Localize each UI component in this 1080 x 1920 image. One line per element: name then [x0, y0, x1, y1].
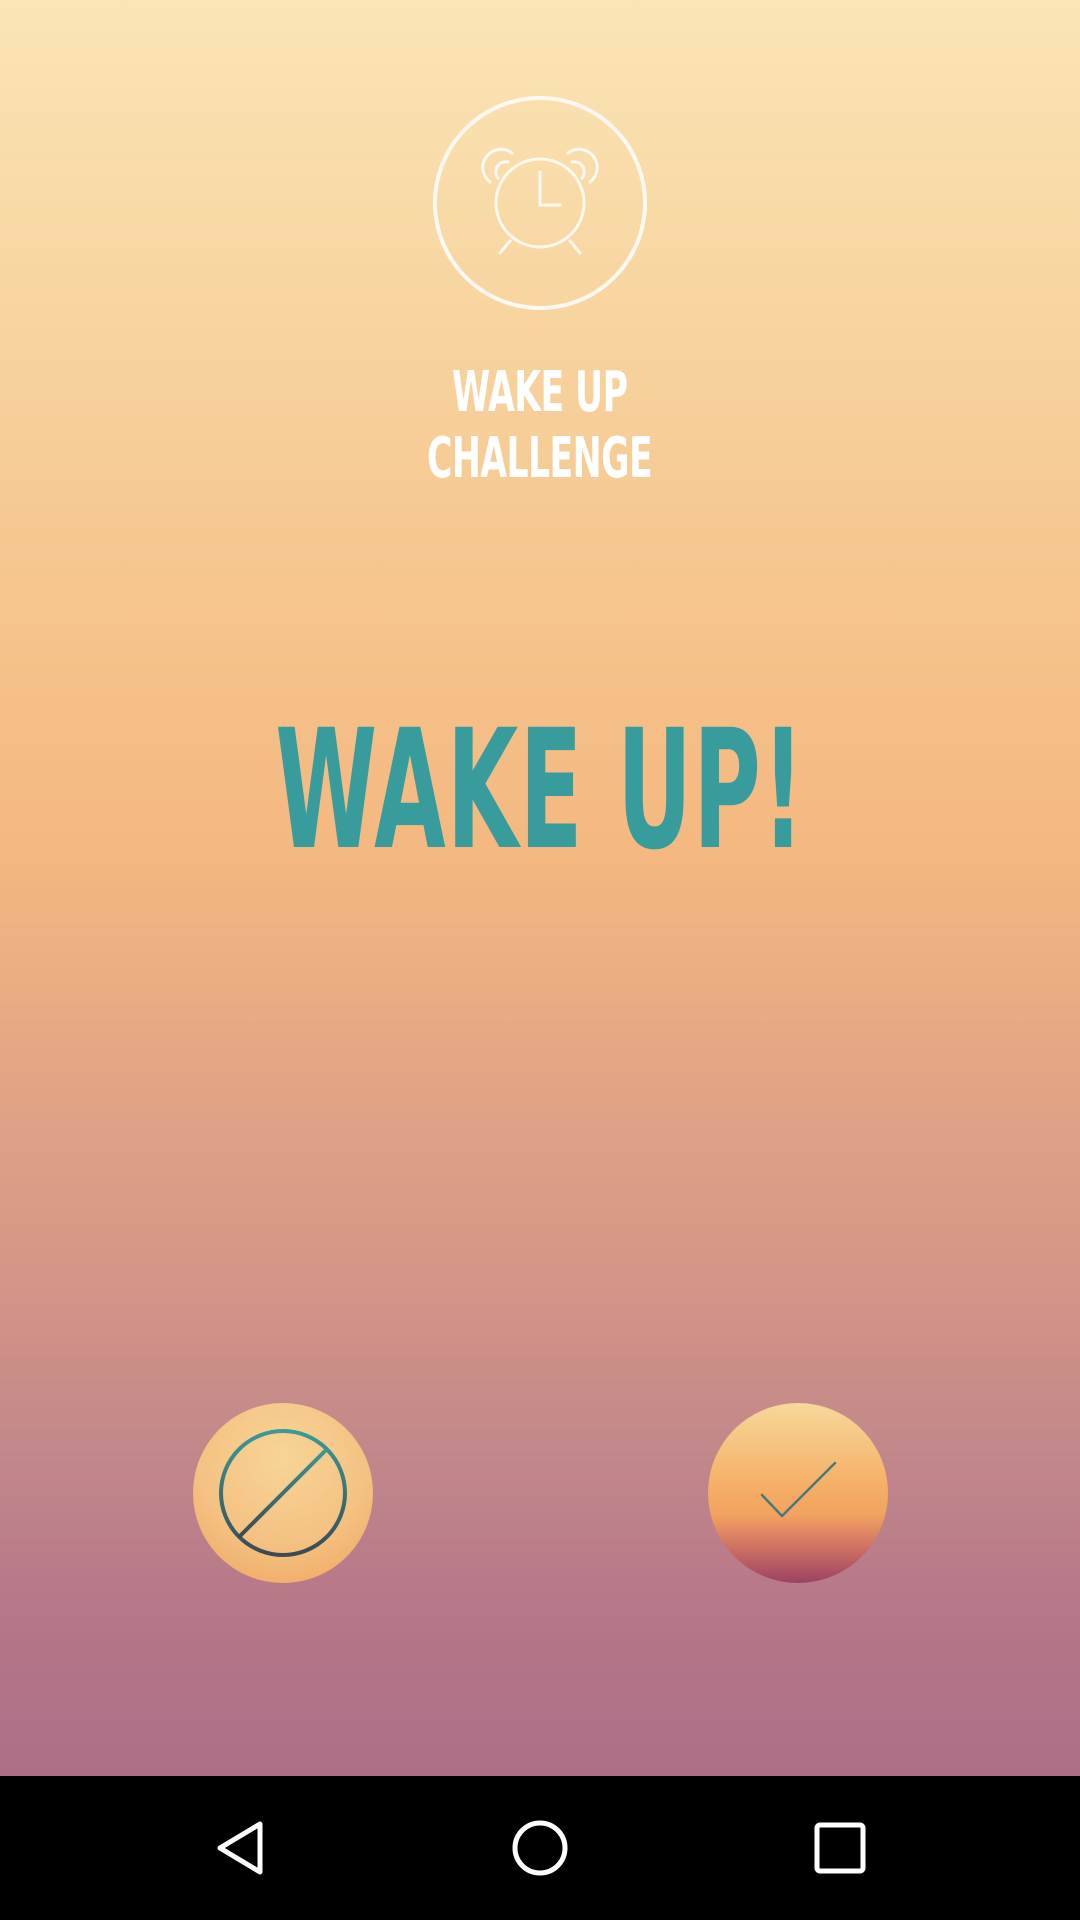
app-title-line2: CHALLENGE [427, 426, 653, 491]
recent-apps-square-icon[interactable] [804, 1812, 876, 1884]
prohibited-icon [219, 1429, 347, 1557]
alarm-clock-icon [433, 96, 647, 310]
checkmark-icon [760, 1461, 837, 1518]
app-title: WAKE UP CHALLENGE [0, 360, 1080, 492]
wake-up-headline: WAKE UP! [0, 700, 1080, 880]
home-circle-icon[interactable] [504, 1812, 576, 1884]
app-title-line1: WAKE UP [452, 360, 628, 425]
dismiss-button[interactable] [193, 1403, 373, 1583]
system-navigation-bar [0, 1776, 1080, 1920]
accept-button[interactable] [708, 1403, 888, 1583]
back-triangle-icon[interactable] [204, 1812, 276, 1884]
headline-text: WAKE UP! [274, 694, 806, 886]
alarm-screen: WAKE UP CHALLENGE WAKE UP! [0, 0, 1080, 1776]
